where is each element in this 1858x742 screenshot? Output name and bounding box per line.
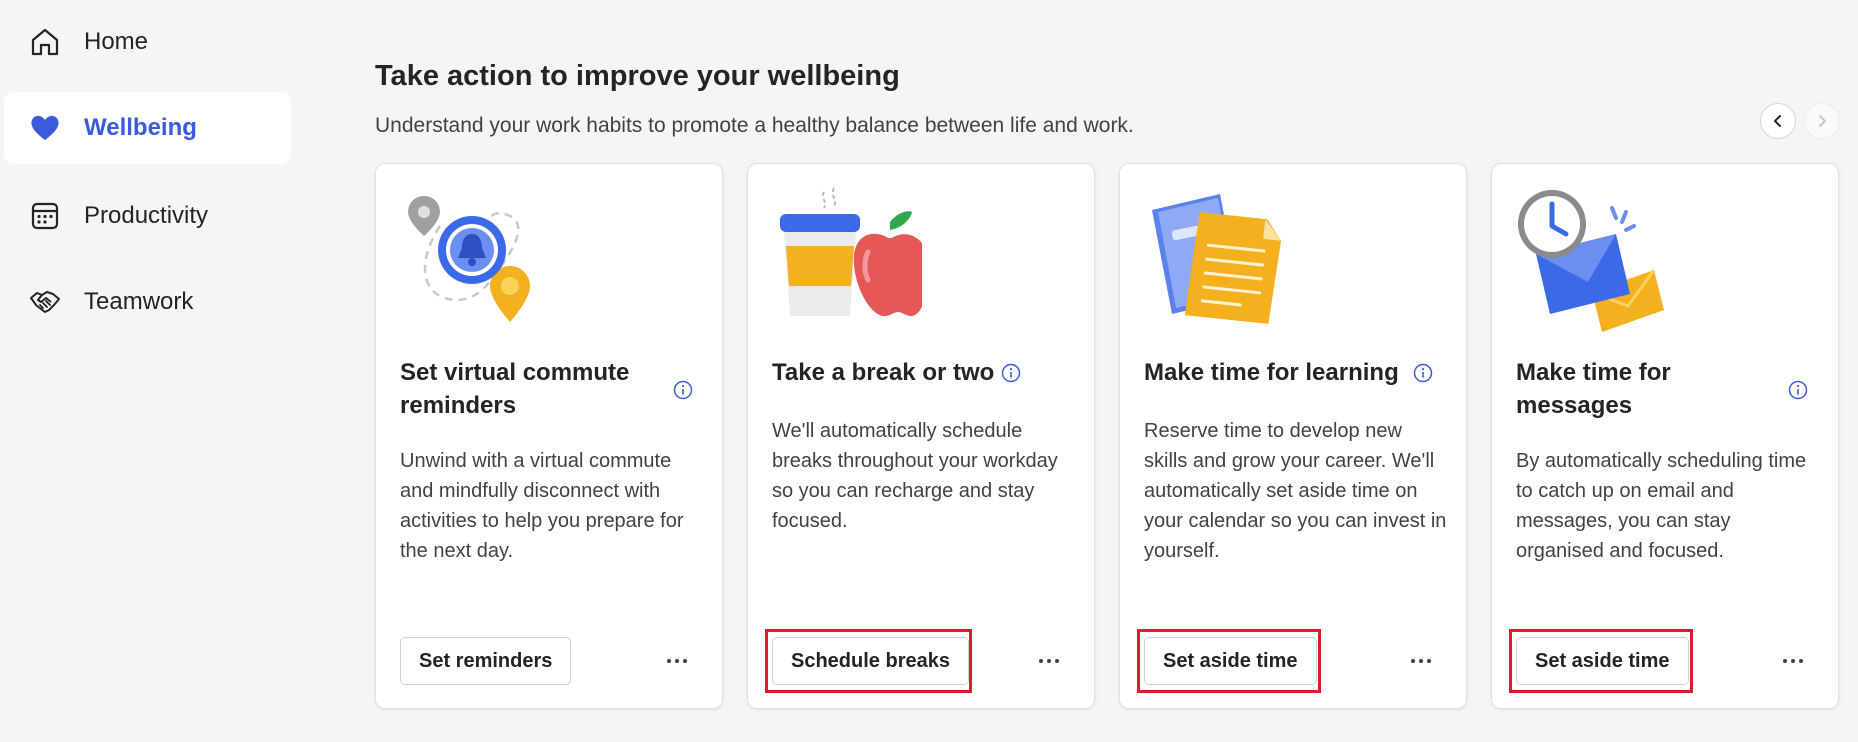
card-title: Set virtual commute reminders (400, 359, 630, 419)
calendar-icon (31, 202, 59, 230)
commute-illustration (408, 196, 530, 322)
card-title: Make time for learning (1144, 359, 1399, 386)
more-options-button[interactable] (1776, 648, 1810, 674)
sidebar-item-teamwork[interactable]: Teamwork (4, 266, 291, 338)
carousel-previous-button[interactable] (1760, 103, 1796, 139)
coffee-apple-illustration (780, 187, 922, 317)
home-icon (31, 28, 59, 56)
page-title: Take action to improve your wellbeing (375, 60, 900, 92)
sidebar-item-label: Home (84, 28, 149, 55)
schedule-breaks-button[interactable]: Schedule breaks (772, 637, 969, 685)
more-icon (1039, 659, 1043, 663)
set-aside-time-button[interactable]: Set aside time (1516, 637, 1689, 685)
chevron-right-icon (1819, 115, 1826, 127)
more-options-button[interactable] (1404, 648, 1438, 674)
set-reminders-button[interactable]: Set reminders (400, 637, 572, 685)
set-aside-time-button[interactable]: Set aside time (1144, 637, 1317, 685)
sidebar-item-label: Wellbeing (84, 114, 197, 141)
info-icon[interactable] (673, 380, 693, 400)
sidebar-item-wellbeing[interactable]: Wellbeing (4, 92, 291, 164)
clock-mail-illustration (1518, 190, 1664, 332)
sidebar-item-productivity[interactable]: Productivity (4, 180, 291, 252)
card-description: Reserve time to develop new skills and g… (1144, 420, 1447, 562)
sidebar: Home Wellbeing Productivity Teamwork (0, 0, 300, 742)
card-take-a-break: Take a break or two We'll automatically … (747, 163, 1095, 709)
page-subtitle: Understand your work habits to promote a… (375, 114, 1134, 137)
info-icon[interactable] (1001, 363, 1021, 383)
card-title: Make time for messages (1516, 359, 1671, 419)
more-options-button[interactable] (660, 648, 694, 674)
card-title: Take a break or two (772, 359, 995, 386)
sidebar-item-home[interactable]: Home (4, 6, 291, 78)
book-notes-illustration (1152, 194, 1282, 324)
card-description: Unwind with a virtual commute and mindfu… (400, 450, 684, 562)
card-virtual-commute: Set virtual commute reminders Unwind wit… (375, 163, 723, 709)
card-messages: Make time for messages By automatically … (1491, 163, 1839, 709)
carousel-next-button[interactable] (1804, 103, 1840, 139)
sidebar-item-label: Productivity (84, 202, 209, 229)
handshake-icon (30, 291, 60, 313)
more-icon (1783, 659, 1787, 663)
more-options-button[interactable] (1032, 648, 1066, 674)
card-learning: Make time for learning Reserve time to d… (1119, 163, 1467, 709)
sidebar-item-label: Teamwork (84, 288, 194, 315)
card-description: We'll automatically schedule breaks thro… (772, 420, 1058, 532)
more-icon (667, 659, 671, 663)
info-icon[interactable] (1413, 363, 1433, 383)
chevron-left-icon (1774, 115, 1781, 127)
info-icon[interactable] (1788, 380, 1808, 400)
heart-icon (31, 115, 59, 140)
card-description: By automatically scheduling time to catc… (1516, 450, 1807, 562)
more-icon (1411, 659, 1415, 663)
